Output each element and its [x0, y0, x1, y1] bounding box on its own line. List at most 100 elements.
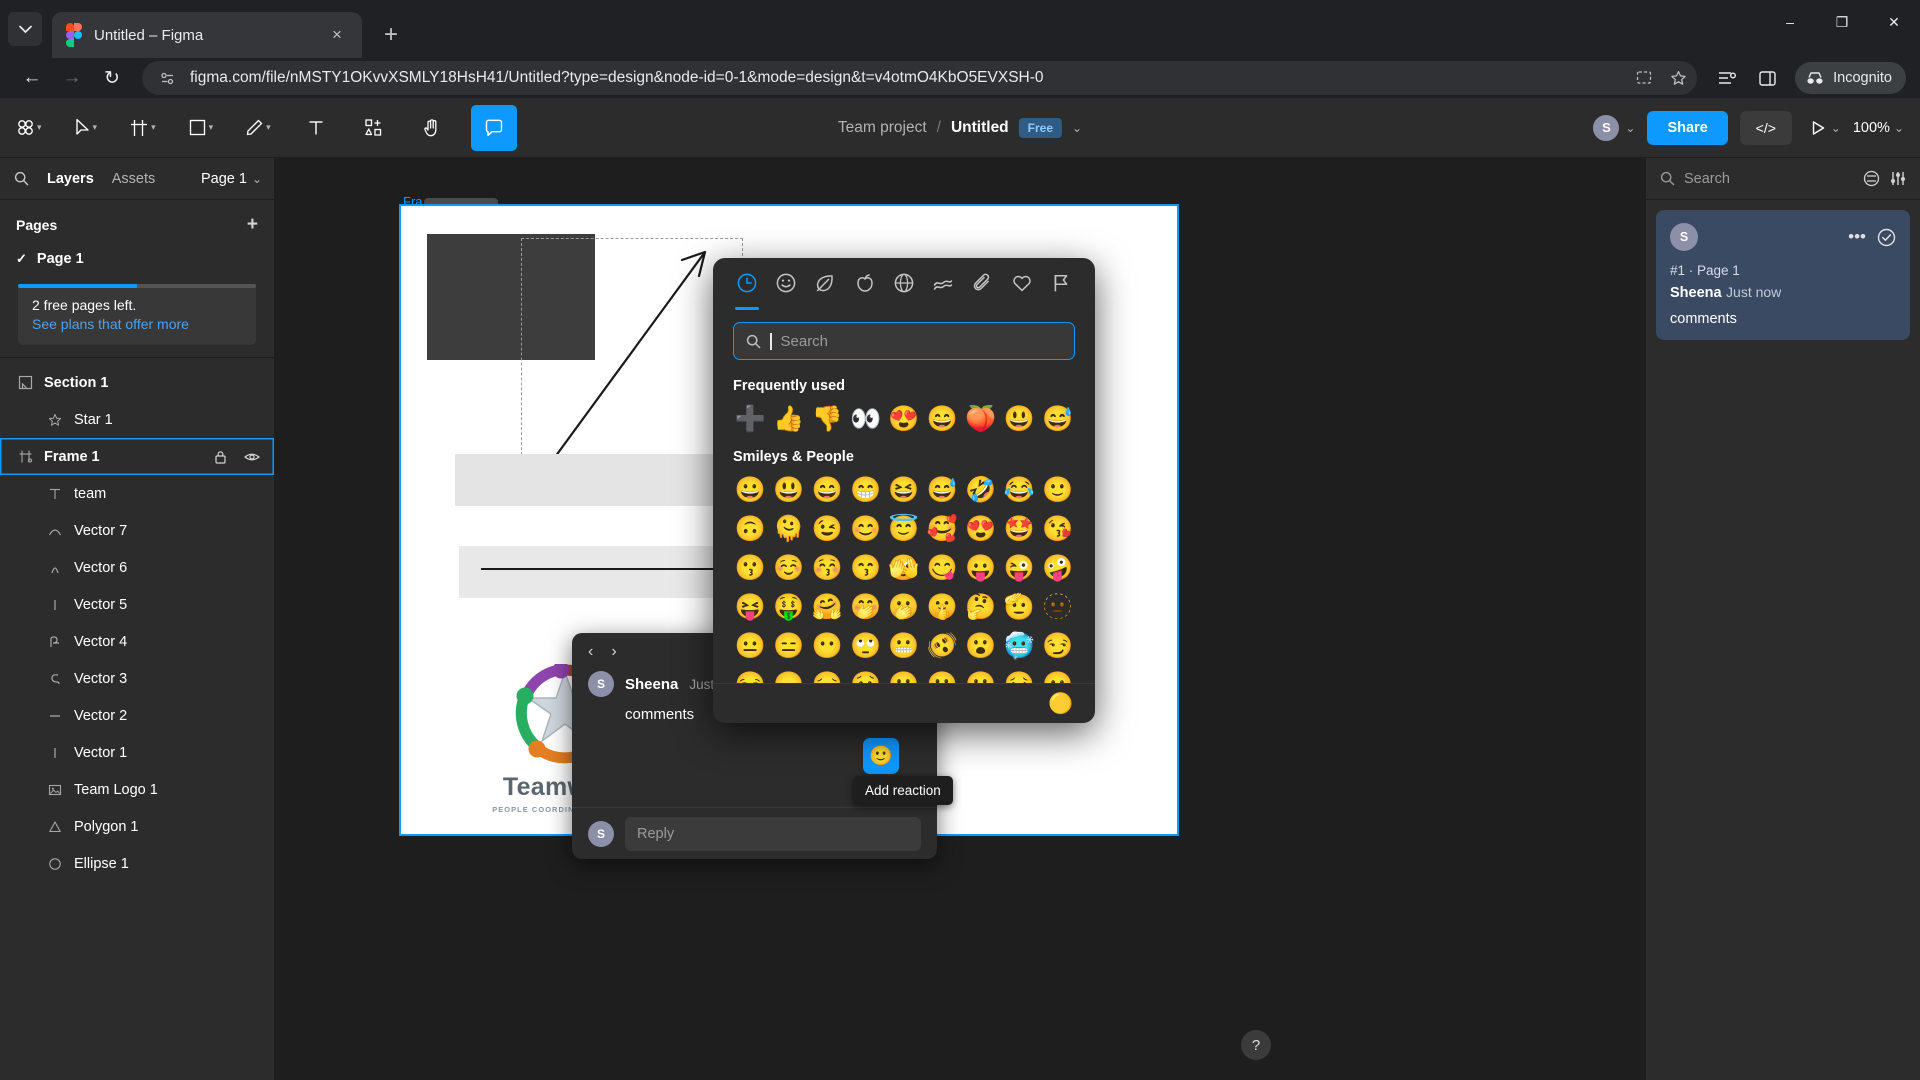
layer-row-section-1[interactable]: Section 1	[0, 364, 274, 401]
help-button[interactable]: ?	[1241, 1030, 1271, 1060]
page-selector[interactable]: Page 1 ⌄	[201, 171, 262, 187]
tool-move[interactable]: ▾	[70, 105, 102, 151]
page-item-page-1[interactable]: ✓ Page 1	[0, 244, 274, 274]
emoji-cell[interactable]: 🤑	[769, 588, 807, 627]
tab-layers[interactable]: Layers	[47, 171, 94, 187]
reply-input[interactable]: Reply	[625, 816, 921, 851]
emoji-cell[interactable]: 😙	[846, 549, 884, 588]
reload-icon[interactable]: ↻	[94, 60, 130, 96]
emoji-tab-symbols[interactable]	[1007, 268, 1037, 298]
side-panel-icon[interactable]	[1749, 60, 1785, 96]
layer-row-vector-2[interactable]: Vector 2	[0, 697, 274, 734]
bookmark-star-icon[interactable]	[1667, 67, 1689, 89]
plus-icon[interactable]: +	[247, 214, 258, 236]
emoji-cell[interactable]: 🫣	[885, 549, 923, 588]
eye-icon[interactable]	[244, 451, 264, 463]
reading-list-icon[interactable]	[1709, 60, 1745, 96]
emoji-cell[interactable]: 😏	[1039, 627, 1077, 666]
tool-frame[interactable]: ▾	[125, 105, 160, 151]
emoji-cell[interactable]: 😘	[1039, 510, 1077, 549]
emoji-cell[interactable]: 😣	[1000, 666, 1038, 684]
new-tab-button[interactable]: +	[374, 18, 408, 52]
emoji-cell[interactable]: ➕	[731, 400, 769, 439]
chevron-down-icon[interactable]: ▾	[266, 122, 271, 133]
emoji-cell[interactable]: 🤫	[923, 588, 961, 627]
emoji-cell[interactable]: 😊	[846, 510, 884, 549]
thread-prev-icon[interactable]: ‹	[588, 643, 593, 661]
thread-next-icon[interactable]: ›	[611, 643, 616, 661]
zoom-chevron-down-icon[interactable]: ⌄	[1894, 121, 1904, 135]
emoji-tab-nature[interactable]	[810, 268, 840, 298]
sliders-icon[interactable]	[1889, 170, 1906, 187]
layer-row-frame-1[interactable]: Frame 1	[0, 438, 274, 475]
tool-main-menu[interactable]: ▾	[12, 105, 46, 151]
tool-shape[interactable]: ▾	[184, 105, 218, 151]
comment-card[interactable]: S ••• #1 · Page 1 Sheena Just now commen…	[1656, 210, 1910, 340]
address-bar[interactable]: figma.com/file/nMSTY1OKvvXSMLY18HsH41/Un…	[142, 61, 1698, 95]
tool-comment[interactable]	[470, 104, 517, 151]
emoji-tab-flags[interactable]	[1046, 268, 1076, 298]
avatar[interactable]: S	[588, 671, 614, 697]
maximize-button[interactable]: ❐	[1816, 0, 1868, 44]
emoji-cell[interactable]: 🙄	[846, 627, 884, 666]
emoji-cell[interactable]: 🤪	[1039, 549, 1077, 588]
close-icon[interactable]: ×	[326, 24, 348, 46]
emoji-scroll-area[interactable]: Frequently used ➕ 👍 👎 👀 😍 😄 🍑 😃 😅 Smileys & People…	[713, 368, 1095, 683]
layer-row-vector-3[interactable]: Vector 3	[0, 660, 274, 697]
emoji-cell[interactable]: 😚	[808, 549, 846, 588]
filter-icon[interactable]	[1863, 170, 1880, 187]
emoji-cell[interactable]: 😑	[769, 627, 807, 666]
emoji-cell[interactable]: 😅	[923, 471, 961, 510]
emoji-cell[interactable]: 🙁	[923, 666, 961, 684]
emoji-cell[interactable]: 🤔	[962, 588, 1000, 627]
dev-mode-button[interactable]: </>	[1739, 110, 1792, 145]
emoji-cell[interactable]: 😃	[769, 471, 807, 510]
emoji-cell[interactable]: ☹️	[962, 666, 1000, 684]
tool-hand[interactable]	[417, 105, 447, 151]
layer-row-vector-1[interactable]: Vector 1	[0, 734, 274, 771]
layer-row-vector-7[interactable]: Vector 7	[0, 512, 274, 549]
emoji-picker-popover[interactable]: Search Frequently used ➕ 👍 👎 👀 😍 😄 🍑 😃 😅 Smileys &…	[713, 258, 1095, 723]
emoji-cell[interactable]: 😐	[731, 627, 769, 666]
emoji-cell[interactable]: 😇	[885, 510, 923, 549]
emoji-cell[interactable]: 😝	[731, 588, 769, 627]
tool-text[interactable]	[301, 105, 331, 151]
emoji-cell[interactable]: 😄	[808, 471, 846, 510]
chevron-down-icon[interactable]: ▾	[93, 122, 98, 133]
lock-icon[interactable]	[214, 450, 234, 464]
emoji-cell[interactable]: 🍑	[962, 400, 1000, 439]
tool-resources[interactable]	[359, 105, 389, 151]
chevron-down-icon[interactable]: ▾	[209, 122, 214, 133]
emoji-tab-food[interactable]	[850, 268, 880, 298]
layers-list[interactable]: Section 1 Star 1 Frame 1 team Vector 7 Vector…	[0, 357, 274, 1080]
share-button[interactable]: Share	[1647, 110, 1728, 145]
layer-row-team-logo-1[interactable]: Team Logo 1	[0, 771, 274, 808]
emoji-cell[interactable]: 😂	[1000, 471, 1038, 510]
emoji-search-input[interactable]: Search	[733, 322, 1075, 360]
layer-row-polygon-1[interactable]: Polygon 1	[0, 808, 274, 845]
emoji-cell[interactable]: 😜	[1000, 549, 1038, 588]
emoji-cell[interactable]: 🤗	[808, 588, 846, 627]
close-window-button[interactable]: ✕	[1868, 0, 1920, 44]
minimize-button[interactable]: –	[1764, 0, 1816, 44]
emoji-cell[interactable]: 👍	[769, 400, 807, 439]
layer-row-vector-5[interactable]: Vector 5	[0, 586, 274, 623]
layer-row-star-1[interactable]: Star 1	[0, 401, 274, 438]
emoji-cell[interactable]: 😗	[731, 549, 769, 588]
emoji-cell[interactable]: 😋	[923, 549, 961, 588]
emoji-cell[interactable]: ☺️	[769, 549, 807, 588]
avatar-chevron-down-icon[interactable]: ⌄	[1625, 121, 1635, 135]
emoji-cell[interactable]: 🥰	[923, 510, 961, 549]
chevron-down-icon[interactable]: ▾	[37, 122, 42, 133]
emoji-cell[interactable]: 😉	[808, 510, 846, 549]
emoji-cell[interactable]: 🥶	[1000, 627, 1038, 666]
breadcrumb-team[interactable]: Team project	[838, 119, 927, 137]
emoji-cell[interactable]: 🫨	[923, 627, 961, 666]
skin-tone-selector[interactable]: 🟡	[1048, 691, 1073, 716]
emoji-cell[interactable]: 🙂	[1039, 471, 1077, 510]
emoji-cell[interactable]: 😒	[731, 666, 769, 684]
emoji-cell[interactable]: 😃	[1000, 400, 1038, 439]
install-app-icon[interactable]	[1633, 67, 1655, 89]
emoji-tab-activity[interactable]	[889, 268, 919, 298]
browser-tab[interactable]: Untitled – Figma ×	[52, 12, 362, 58]
